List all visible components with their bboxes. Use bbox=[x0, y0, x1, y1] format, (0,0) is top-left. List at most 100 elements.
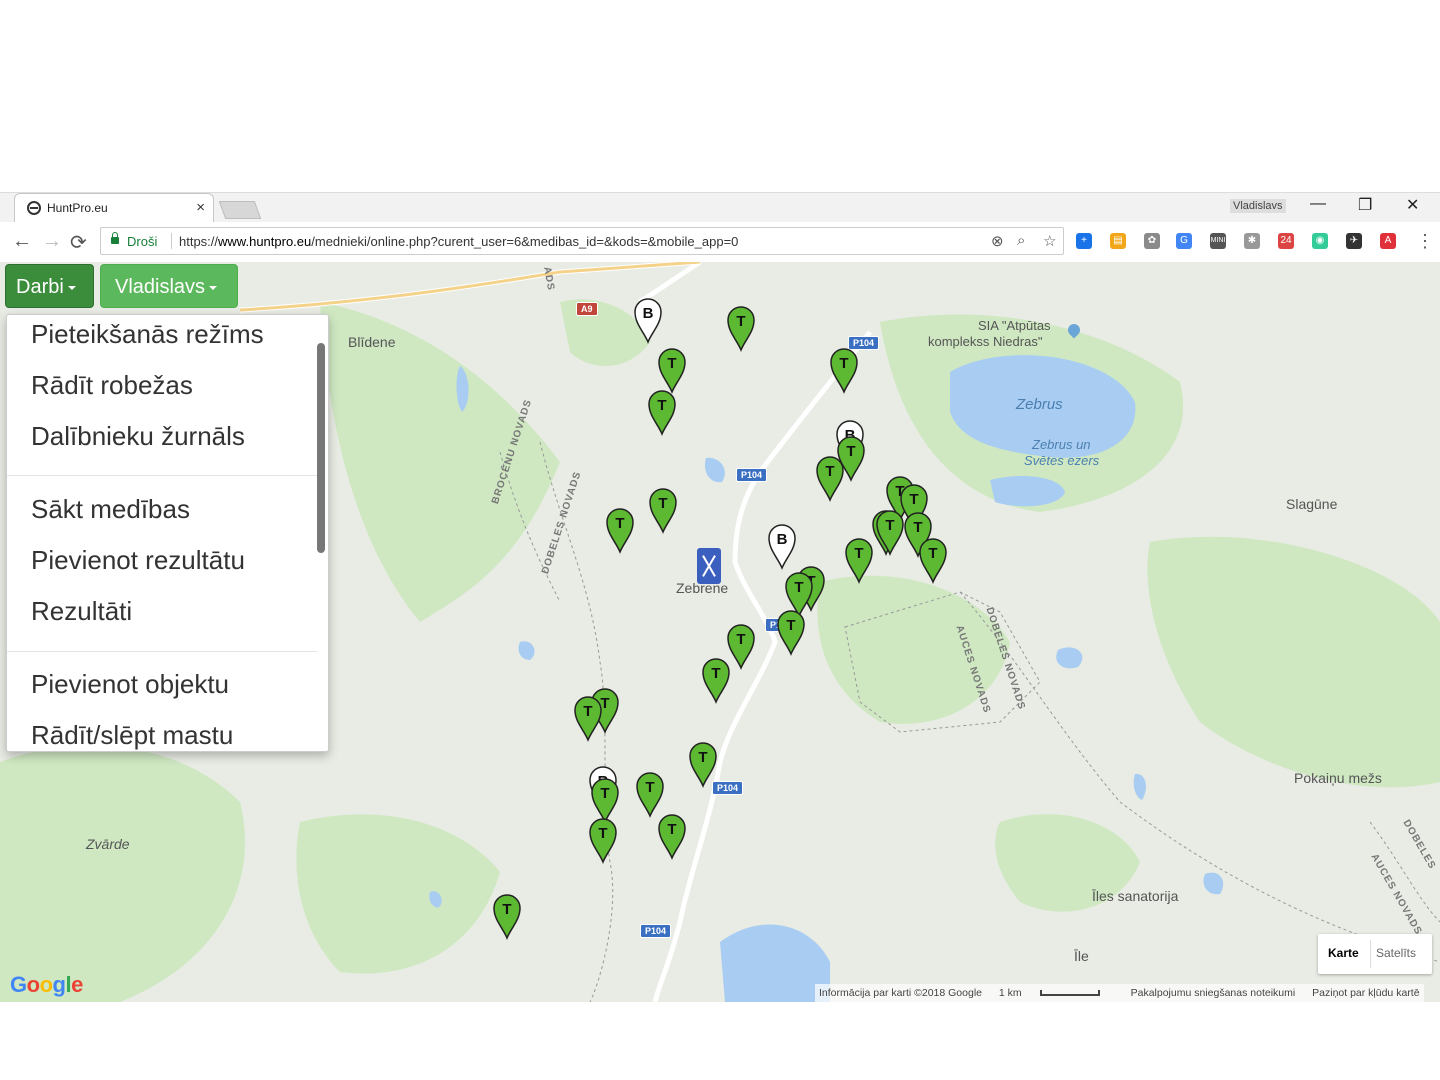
adblock-icon[interactable]: A bbox=[1380, 233, 1396, 249]
svg-text:T: T bbox=[583, 703, 592, 720]
hunter-marker-icon[interactable]: T bbox=[777, 610, 805, 657]
browser-toolbar: ← → ⟳ Droši https://www.huntpro.eu/medni… bbox=[0, 222, 1440, 263]
hunter-marker-icon[interactable]: T bbox=[636, 772, 664, 819]
back-icon[interactable]: ← bbox=[12, 230, 32, 253]
svg-text:T: T bbox=[825, 463, 834, 480]
google-logo[interactable]: Google bbox=[10, 972, 83, 998]
hunter-marker-icon[interactable]: T bbox=[785, 572, 813, 619]
hunter-marker-icon[interactable]: T bbox=[649, 488, 677, 535]
orange-box-icon[interactable]: ▤ bbox=[1110, 233, 1126, 249]
hunter-marker-icon[interactable]: T bbox=[816, 456, 844, 503]
svg-text:T: T bbox=[658, 495, 667, 512]
hunter-marker-icon[interactable]: T bbox=[702, 658, 730, 705]
svg-text:T: T bbox=[502, 901, 511, 918]
tower-marker-icon[interactable]: B bbox=[768, 524, 796, 571]
menu-item-start-hunt[interactable]: Sākt medības bbox=[31, 494, 190, 525]
darbi-dropdown-menu: Pieteikšanās režīms Rādīt robežas Dalībn… bbox=[6, 314, 329, 752]
hunter-marker-icon[interactable]: T bbox=[648, 390, 676, 437]
hunter-marker-icon[interactable]: T bbox=[606, 508, 634, 555]
darbi-label: Darbi bbox=[16, 276, 64, 298]
menu-item-add-object[interactable]: Pievienot objektu bbox=[31, 669, 229, 700]
map-canvas[interactable]: Blīdene SIA "Atpūtas komplekss Niedras" … bbox=[0, 262, 1440, 1002]
forward-icon[interactable]: → bbox=[42, 230, 62, 253]
profile-name[interactable]: Vladislavs bbox=[1230, 199, 1286, 213]
blue-plus-icon[interactable]: + bbox=[1076, 233, 1092, 249]
svg-text:B: B bbox=[777, 531, 788, 548]
url-prefix: https:// bbox=[179, 234, 219, 249]
hunter-marker-icon[interactable]: T bbox=[830, 348, 858, 395]
globe-icon[interactable]: ◉ bbox=[1312, 233, 1328, 249]
hunter-marker-icon[interactable]: T bbox=[493, 894, 521, 941]
dropdown-scrollbar[interactable] bbox=[317, 343, 325, 553]
browser-tab-bar: HuntPro.eu × Vladislavs — ❐ ✕ bbox=[0, 192, 1440, 223]
svg-text:T: T bbox=[711, 665, 720, 682]
spark-icon[interactable]: ✱ bbox=[1244, 233, 1260, 249]
translate-icon[interactable]: G bbox=[1176, 233, 1192, 249]
minimize-icon[interactable]: — bbox=[1310, 195, 1326, 213]
hunter-marker-icon[interactable]: T bbox=[574, 696, 602, 743]
map-type-map-button[interactable]: Karte bbox=[1328, 946, 1359, 960]
hunter-marker-icon[interactable]: T bbox=[845, 538, 873, 585]
menu-item-toggle-tower[interactable]: Rādīt/slēpt mastu bbox=[31, 720, 233, 751]
tab-title: HuntPro.eu bbox=[47, 201, 108, 215]
lock-icon bbox=[111, 232, 119, 244]
darbi-menu-button[interactable]: Darbi bbox=[5, 264, 94, 308]
bookmark-star-icon[interactable]: ☆ bbox=[1043, 232, 1056, 250]
svg-text:T: T bbox=[600, 695, 609, 712]
svg-text:T: T bbox=[667, 355, 676, 372]
terms-link[interactable]: Pakalpojumu sniegšanas noteikumi bbox=[1131, 987, 1296, 999]
hunter-marker-icon[interactable]: T bbox=[658, 814, 686, 861]
url-text[interactable]: https://www.huntpro.eu/mednieki/online.p… bbox=[179, 234, 738, 249]
tab-close-icon[interactable]: × bbox=[196, 199, 205, 216]
screenshot: HuntPro.eu × Vladislavs — ❐ ✕ ← → ⟳ Droš… bbox=[0, 0, 1440, 1080]
browser-tab[interactable]: HuntPro.eu × bbox=[14, 193, 214, 223]
reload-icon[interactable]: ⟳ bbox=[70, 230, 87, 255]
location-blocked-icon[interactable]: ⊗ bbox=[991, 232, 1004, 250]
new-tab-button[interactable] bbox=[218, 201, 262, 219]
svg-text:T: T bbox=[846, 443, 855, 460]
globe-icon bbox=[27, 201, 41, 215]
caret-down-icon bbox=[67, 285, 76, 290]
map-type-divider bbox=[1370, 940, 1371, 968]
menu-item-add-result[interactable]: Pievienot rezultātu bbox=[31, 545, 245, 576]
hunter-marker-icon[interactable]: T bbox=[591, 778, 619, 825]
svg-text:T: T bbox=[615, 515, 624, 532]
menu-divider bbox=[7, 651, 317, 652]
brain-icon[interactable]: ✿ bbox=[1144, 233, 1160, 249]
hunter-marker-icon[interactable]: T bbox=[876, 510, 904, 557]
svg-text:T: T bbox=[698, 749, 707, 766]
tower-marker-icon[interactable]: B bbox=[634, 298, 662, 345]
mini-icon[interactable]: MINI bbox=[1210, 233, 1226, 249]
restore-icon[interactable]: ❐ bbox=[1358, 195, 1372, 215]
menu-item-login-mode[interactable]: Pieteikšanās režīms bbox=[31, 319, 264, 350]
svg-text:T: T bbox=[794, 579, 803, 596]
map-type-control: Karte Satelīts bbox=[1318, 934, 1432, 974]
map-type-satellite-button[interactable]: Satelīts bbox=[1376, 946, 1416, 960]
address-bar[interactable]: Droši https://www.huntpro.eu/mednieki/on… bbox=[100, 227, 1064, 255]
hunter-marker-icon[interactable]: T bbox=[919, 538, 947, 585]
zoom-icon[interactable]: ⌕ bbox=[1017, 232, 1025, 249]
calendar-icon[interactable]: 24 bbox=[1278, 233, 1294, 249]
hunter-marker-icon[interactable]: T bbox=[689, 742, 717, 789]
menu-item-results[interactable]: Rezultāti bbox=[31, 596, 132, 627]
hunter-marker-icon[interactable]: T bbox=[727, 624, 755, 671]
svg-text:T: T bbox=[736, 631, 745, 648]
svg-text:T: T bbox=[667, 821, 676, 838]
report-error-link[interactable]: Paziņot par kļūdu kartē bbox=[1312, 987, 1419, 999]
hunter-marker-icon[interactable]: T bbox=[658, 348, 686, 395]
svg-text:T: T bbox=[909, 491, 918, 508]
url-host: www.huntpro.eu bbox=[218, 234, 312, 249]
menu-item-show-boundaries[interactable]: Rādīt robežas bbox=[31, 370, 193, 401]
user-menu-button[interactable]: Vladislavs bbox=[100, 264, 238, 308]
svg-text:T: T bbox=[854, 545, 863, 562]
close-window-icon[interactable]: ✕ bbox=[1406, 195, 1419, 215]
map-data-credit[interactable]: Informācija par karti ©2018 Google bbox=[819, 987, 982, 999]
telescope-icon[interactable]: ✈ bbox=[1346, 233, 1362, 249]
hunter-marker-icon[interactable]: T bbox=[589, 818, 617, 865]
svg-text:T: T bbox=[928, 545, 937, 562]
menu-item-participant-log[interactable]: Dalībnieku žurnāls bbox=[31, 421, 245, 452]
user-label: Vladislavs bbox=[115, 276, 206, 298]
hunter-marker-icon[interactable]: T bbox=[727, 306, 755, 353]
map-attribution: Informācija par karti ©2018 Google 1 km … bbox=[815, 984, 1424, 1002]
browser-menu-icon[interactable]: ⋮ bbox=[1416, 231, 1434, 252]
